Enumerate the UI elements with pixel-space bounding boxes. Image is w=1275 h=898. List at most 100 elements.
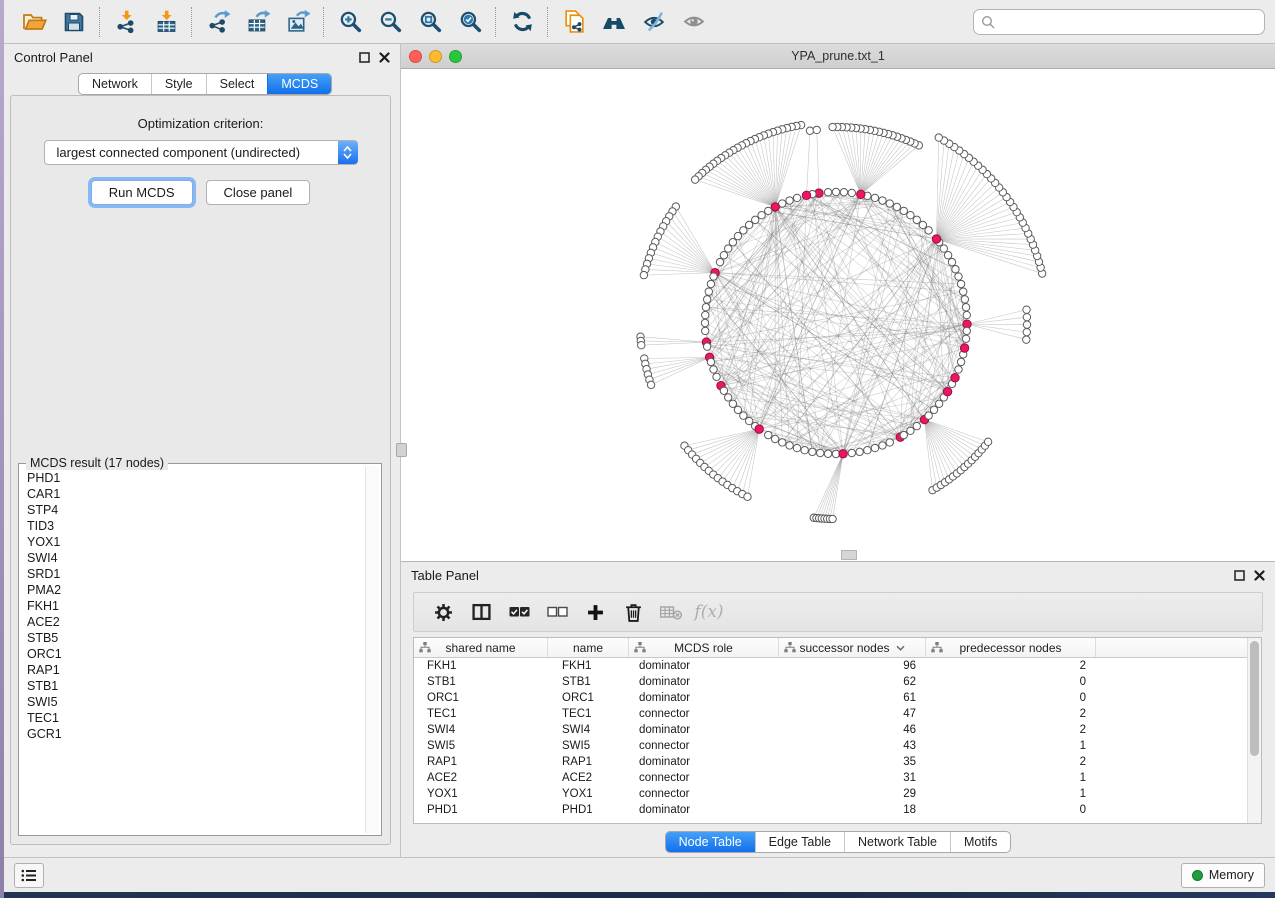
table-row[interactable]: PHD1PHD1dominator180 [414,802,1261,818]
export-table-icon [246,9,271,34]
mcds-result-title: MCDS result (17 nodes) [26,456,168,470]
mcds-result-item[interactable]: PMA2 [21,582,366,598]
refresh-layout-button[interactable] [502,5,542,39]
hide-selected-button[interactable] [634,5,674,39]
mcds-result-item[interactable]: FKH1 [21,598,366,614]
table-scrollbar[interactable] [1247,638,1261,823]
table-settings-button[interactable] [424,597,462,627]
mcds-list-scrollbar[interactable] [365,466,379,833]
table-cell: PHD1 [414,802,548,818]
export-image-button[interactable] [278,5,318,39]
column-label: name [573,641,603,655]
mcds-result-item[interactable]: PHD1 [21,470,366,486]
export-table-button[interactable] [238,5,278,39]
mcds-result-item[interactable]: TEC1 [21,710,366,726]
mcds-result-item[interactable]: ORC1 [21,646,366,662]
function-builder-button[interactable]: f(x) [690,597,728,627]
zoom-selected-button[interactable] [450,5,490,39]
table-row[interactable]: SWI4SWI4dominator462 [414,722,1261,738]
save-session-button[interactable] [54,5,94,39]
add-column-button[interactable] [576,597,614,627]
mcds-result-item[interactable]: CAR1 [21,486,366,502]
table-cell: 46 [779,722,926,738]
task-history-button[interactable] [14,863,44,888]
table-toolbar: f(x) [413,592,1263,632]
horizontal-splitter-grip[interactable] [841,550,857,560]
search-network-button[interactable] [594,5,634,39]
tab-network-table[interactable]: Network Table [844,832,950,852]
mcds-result-item[interactable]: YOX1 [21,534,366,550]
run-mcds-button[interactable]: Run MCDS [91,180,193,205]
tab-network[interactable]: Network [79,74,151,94]
node-table: shared name name MCDS rolesuccessor nodesp… [413,637,1262,824]
import-table-icon [154,9,179,34]
network-graph[interactable] [401,69,1270,562]
column-header-name[interactable]: name [548,638,629,657]
network-canvas[interactable] [401,69,1275,561]
column-header-successor-nodes[interactable]: successor nodes [779,638,926,657]
mcds-result-item[interactable]: STB1 [21,678,366,694]
table-cell: 1 [926,786,1096,802]
toolbar-separator [99,7,101,37]
tab-edge-table[interactable]: Edge Table [755,832,844,852]
column-header-shared-name[interactable]: shared name [414,638,548,657]
zoom-selected-icon [458,9,483,34]
show-all-button[interactable] [674,5,714,39]
open-file-button[interactable] [14,5,54,39]
tab-mcds[interactable]: MCDS [267,74,331,94]
mcds-result-item[interactable]: SRD1 [21,566,366,582]
table-row[interactable]: FKH1FKH1dominator962 [414,658,1261,674]
optimization-criterion-select[interactable]: largest connected component (undirected) [44,140,358,165]
table-row[interactable]: YOX1YOX1connector291 [414,786,1261,802]
table-cell: 18 [779,802,926,818]
table-row[interactable]: ORC1ORC1dominator610 [414,690,1261,706]
deselect-all-button[interactable] [538,597,576,627]
tab-style[interactable]: Style [151,74,206,94]
close-panel-button-mcds[interactable]: Close panel [206,180,311,205]
float-table-panel-button[interactable] [1234,570,1245,581]
close-table-panel-button[interactable] [1254,570,1265,581]
mcds-result-item[interactable]: STB5 [21,630,366,646]
mcds-result-item[interactable]: ACE2 [21,614,366,630]
zoom-out-button[interactable] [370,5,410,39]
float-panel-button[interactable] [359,52,370,63]
tab-select[interactable]: Select [206,74,268,94]
import-table-button[interactable] [146,5,186,39]
network-search-box[interactable] [973,9,1265,35]
status-bar: Memory [4,857,1275,892]
tab-node-table[interactable]: Node Table [666,832,755,852]
mcds-result-item[interactable]: SWI5 [21,694,366,710]
table-cell: RAP1 [548,754,629,770]
new-network-from-selection-button[interactable] [554,5,594,39]
table-row[interactable]: TEC1TEC1connector472 [414,706,1261,722]
mcds-result-item[interactable]: SWI4 [21,550,366,566]
search-input[interactable] [1001,14,1257,30]
export-network-button[interactable] [198,5,238,39]
delete-column-button[interactable] [614,597,652,627]
network-title-bar[interactable]: YPA_prune.txt_1 [401,44,1275,69]
shared-column-icon [634,642,646,656]
close-panel-button[interactable] [379,52,390,63]
table-row[interactable]: ACE2ACE2connector311 [414,770,1261,786]
vertical-splitter-grip[interactable] [396,443,407,457]
zoom-fit-button[interactable] [410,5,450,39]
zoom-in-button[interactable] [330,5,370,39]
eye-slash-icon [642,9,667,34]
table-row[interactable]: SWI5SWI5connector431 [414,738,1261,754]
table-row[interactable]: STB1STB1dominator620 [414,674,1261,690]
table-row[interactable]: RAP1RAP1dominator352 [414,754,1261,770]
new-network-document-icon [562,9,587,34]
select-all-button[interactable] [500,597,538,627]
delete-table-button[interactable] [652,597,690,627]
column-header-predecessor-nodes[interactable]: predecessor nodes [926,638,1096,657]
tab-motifs[interactable]: Motifs [950,832,1010,852]
column-header-MCDS-role[interactable]: MCDS role [629,638,779,657]
mcds-result-item[interactable]: TID3 [21,518,366,534]
mcds-result-item[interactable]: STP4 [21,502,366,518]
mcds-result-item[interactable]: RAP1 [21,662,366,678]
mcds-result-item[interactable]: GCR1 [21,726,366,742]
show-columns-button[interactable] [462,597,500,627]
memory-button[interactable]: Memory [1181,863,1265,888]
table-scrollbar-thumb[interactable] [1250,641,1259,756]
import-network-button[interactable] [106,5,146,39]
